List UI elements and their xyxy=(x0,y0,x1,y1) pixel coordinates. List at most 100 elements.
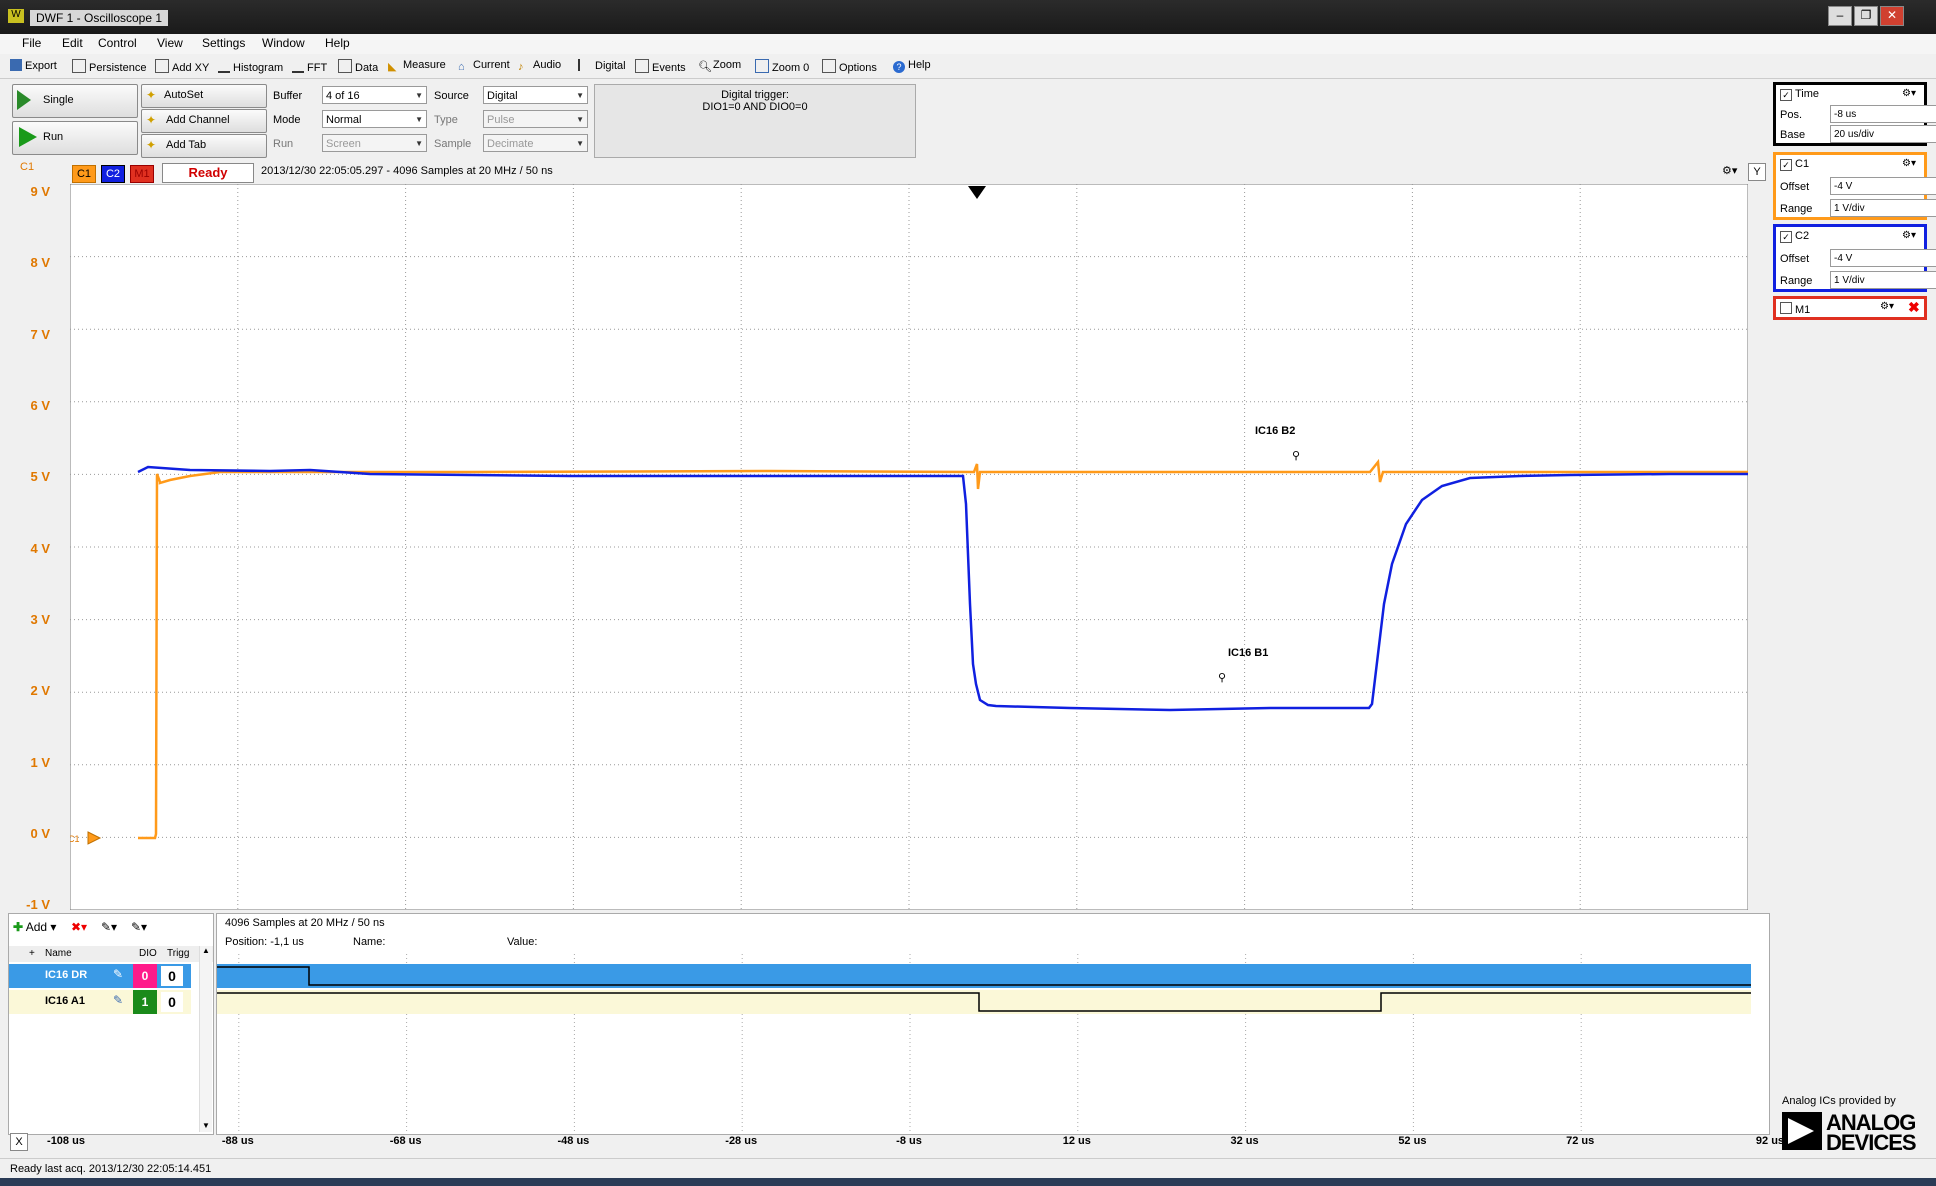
c1-range-input[interactable]: 1 V/div xyxy=(1830,199,1936,217)
plot-settings-icon[interactable]: ⚙▾ xyxy=(1722,164,1737,177)
c1-settings-icon[interactable]: ⚙▾ xyxy=(1902,158,1916,169)
measure-button[interactable]: ◣ Measure xyxy=(388,59,446,73)
window-title: DWF 1 - Oscilloscope 1 xyxy=(30,10,169,26)
type-label: Type xyxy=(434,114,458,126)
add-tab-button[interactable]: ✦ Add Tab xyxy=(141,134,267,158)
m1-settings-icon[interactable]: ⚙▾ xyxy=(1880,301,1894,312)
menu-control[interactable]: Control xyxy=(98,36,137,50)
c1-checkbox[interactable]: ✓ xyxy=(1780,159,1792,171)
base-input[interactable]: 20 us/div xyxy=(1830,125,1936,143)
y-button[interactable]: Y xyxy=(1748,163,1766,181)
scope-plot[interactable]: IC16 B2 ⚲ IC16 B1 ⚲ C1 xyxy=(70,184,1748,910)
audio-button[interactable]: ♪ Audio xyxy=(518,59,561,73)
tab-c1[interactable]: C1 xyxy=(72,165,96,183)
restore-button[interactable]: ❐ xyxy=(1854,6,1878,26)
c2-checkbox[interactable]: ✓ xyxy=(1780,231,1792,243)
source-select[interactable]: Digital ▼ xyxy=(483,86,588,104)
zoom-button[interactable]: 🔍︎Zoom xyxy=(698,59,741,73)
pin-icon[interactable]: ⚲ xyxy=(1218,672,1226,684)
autoset-button[interactable]: ✦ AutoSet xyxy=(141,84,267,108)
y-tick: 8 V xyxy=(30,255,50,270)
help-icon: ? xyxy=(893,61,905,73)
pin-icon[interactable]: ⚲ xyxy=(1292,450,1300,462)
base-label: Base xyxy=(1780,129,1806,141)
y-tick: 9 V xyxy=(30,184,50,199)
y-tick: 5 V xyxy=(30,469,50,484)
title-bar: W DWF 1 - Oscilloscope 1 – ❐ ✕ xyxy=(0,0,1936,34)
data-button[interactable]: Data xyxy=(338,59,378,74)
time-settings-icon[interactable]: ⚙▾ xyxy=(1902,88,1916,99)
add-button[interactable]: ✚ Add ▾ xyxy=(13,920,56,934)
buffer-select[interactable]: 4 of 16 ▼ xyxy=(322,86,427,104)
time-header[interactable]: ✓ Time xyxy=(1780,88,1819,101)
pencil-icon[interactable]: ✎ xyxy=(113,993,123,1007)
tab-m1[interactable]: M1 xyxy=(130,165,154,183)
scrollbar[interactable]: ▲ ▼ xyxy=(199,946,212,1132)
menu-view[interactable]: View xyxy=(157,36,183,50)
m1-checkbox[interactable] xyxy=(1780,302,1792,314)
digital-button[interactable]: Digital xyxy=(578,59,626,72)
dio-value: 0 xyxy=(133,964,157,988)
pencil-icon[interactable]: ✎ xyxy=(113,967,123,981)
menu-file[interactable]: File xyxy=(22,36,41,50)
c2-header[interactable]: ✓ C2 xyxy=(1780,230,1809,243)
persistence-button[interactable]: Persistence xyxy=(72,59,146,74)
events-button[interactable]: Events xyxy=(635,59,686,74)
x-tick: -108 us xyxy=(47,1135,85,1147)
minimize-button[interactable]: – xyxy=(1828,6,1852,26)
run-mode-select[interactable]: Screen ▼ xyxy=(322,134,427,152)
sample-select[interactable]: Decimate ▼ xyxy=(483,134,588,152)
data-icon xyxy=(338,59,352,73)
list-item[interactable]: IC16 DR ✎ 0 0 xyxy=(9,964,191,988)
col-trig: Trigg xyxy=(167,948,190,959)
c2-settings-icon[interactable]: ⚙▾ xyxy=(1902,230,1916,241)
chevron-down-icon: ▼ xyxy=(576,115,584,124)
fft-button[interactable]: FFT xyxy=(292,59,327,74)
x-tick: 92 us xyxy=(1755,1135,1785,1147)
c2-range-input[interactable]: 1 V/div xyxy=(1830,271,1936,289)
x-tick: 12 us xyxy=(1062,1135,1091,1147)
logic-name-label: Name: xyxy=(353,936,386,948)
run-button[interactable]: Run xyxy=(12,121,138,155)
audio-icon: ♪ xyxy=(518,61,524,73)
list-item[interactable]: IC16 A1 ✎ 1 0 xyxy=(9,990,191,1014)
trig-value[interactable]: 0 xyxy=(161,992,183,1012)
logic-analyzer[interactable]: 4096 Samples at 20 MHz / 50 ns Position:… xyxy=(216,913,1770,1135)
time-checkbox[interactable]: ✓ xyxy=(1780,89,1792,101)
settings-icon[interactable]: ✎▾ xyxy=(131,920,147,934)
zoom0-button[interactable]: Zoom 0 xyxy=(755,59,809,74)
menu-window[interactable]: Window xyxy=(262,36,305,50)
c1-panel: ✓ C1 ⚙▾ Offset -4 V Range 1 V/div xyxy=(1773,152,1936,220)
tab-c2[interactable]: C2 xyxy=(101,165,125,183)
digital-icon xyxy=(578,59,592,71)
m1-header[interactable]: M1 xyxy=(1780,302,1810,316)
logic-channel-list: ✚ Add ▾ ✖▾ ✎▾ ✎▾ + Name DIO Trigg IC16 D… xyxy=(8,913,214,1135)
type-select[interactable]: Pulse ▼ xyxy=(483,110,588,128)
trig-value[interactable]: 0 xyxy=(161,966,183,986)
pos-input[interactable]: -8 us xyxy=(1830,105,1936,123)
close-button[interactable]: ✕ xyxy=(1880,6,1904,26)
options-button[interactable]: Options xyxy=(822,59,877,74)
histogram-button[interactable]: Histogram xyxy=(218,59,283,74)
c2-range-label: Range xyxy=(1780,275,1813,287)
x-axis-close[interactable]: X xyxy=(10,1133,28,1151)
edit-icon[interactable]: ✎▾ xyxy=(101,920,117,934)
single-button[interactable]: Single xyxy=(12,84,138,118)
mode-select[interactable]: Normal ▼ xyxy=(322,110,427,128)
close-icon[interactable]: ✖ xyxy=(1908,299,1920,316)
remove-icon[interactable]: ✖▾ xyxy=(71,920,87,934)
current-icon: ⌂ xyxy=(458,61,465,73)
y-tick: 7 V xyxy=(30,327,50,342)
menu-help[interactable]: Help xyxy=(325,36,350,50)
menu-settings[interactable]: Settings xyxy=(202,36,245,50)
export-button[interactable]: Export xyxy=(10,59,57,72)
c2-offset-input[interactable]: -4 V xyxy=(1830,249,1936,267)
help-button[interactable]: ? Help xyxy=(893,59,931,73)
c1-offset-input[interactable]: -4 V xyxy=(1830,177,1936,195)
current-button[interactable]: ⌂ Current xyxy=(458,59,510,73)
menu-edit[interactable]: Edit xyxy=(62,36,83,50)
add-channel-button[interactable]: ✦ Add Channel xyxy=(141,109,267,133)
add-xy-button[interactable]: Add XY xyxy=(155,59,209,74)
c1-header[interactable]: ✓ C1 xyxy=(1780,158,1809,171)
expand-icon[interactable]: + xyxy=(29,948,35,959)
